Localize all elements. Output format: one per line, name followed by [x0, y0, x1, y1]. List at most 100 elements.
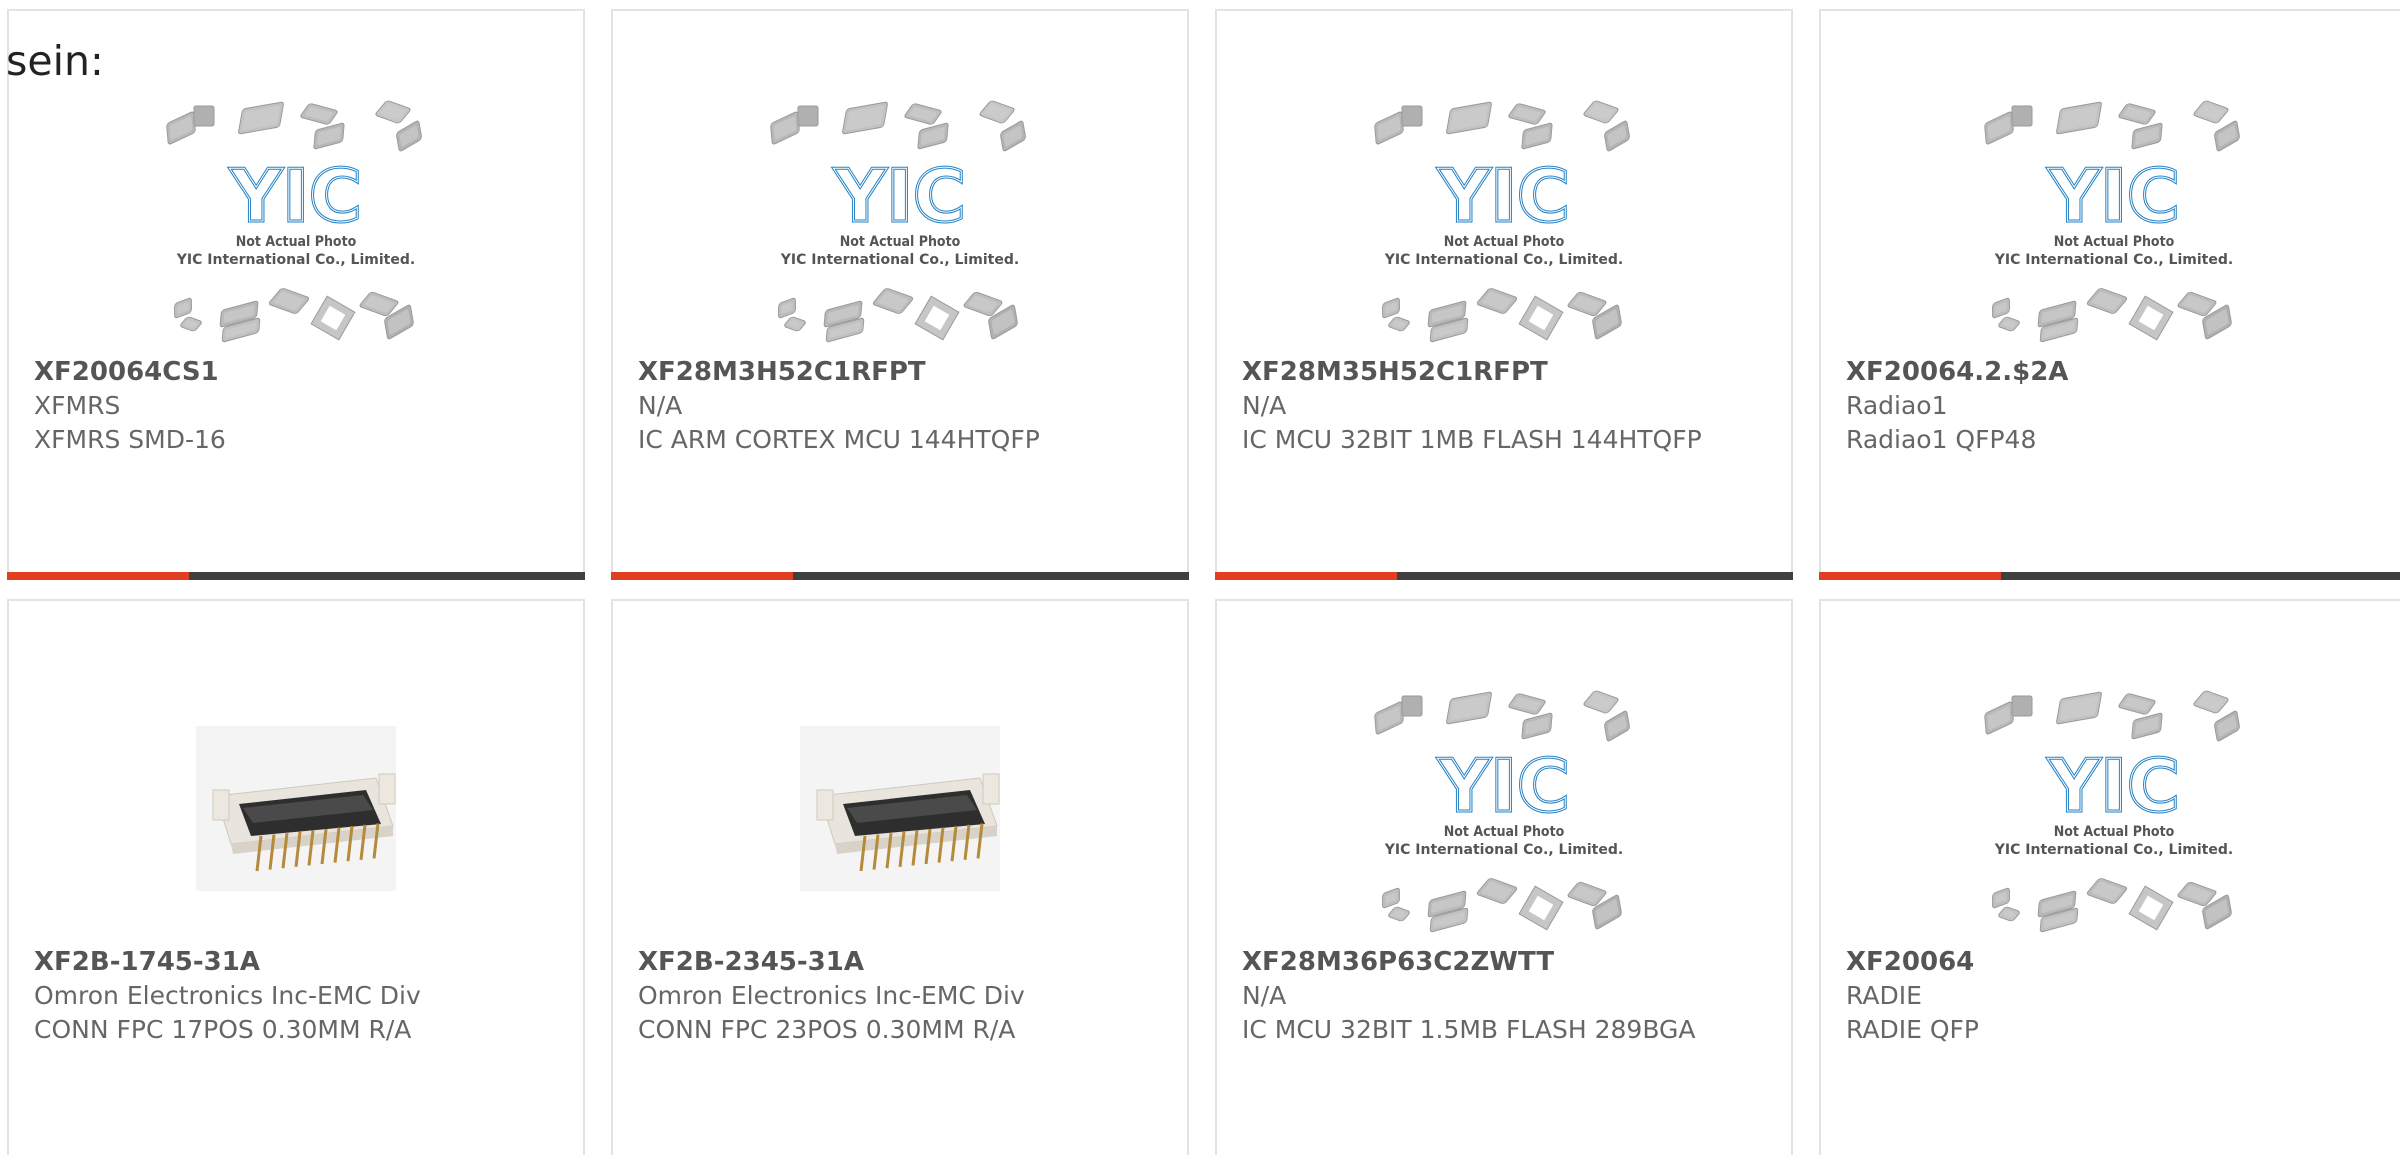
description: CONN FPC 17POS 0.30MM R/A	[34, 1015, 412, 1044]
card-bottom-bar	[1819, 572, 2400, 580]
not-actual-photo-text: Not Actual Photo	[1444, 824, 1565, 840]
product-image[interactable]	[765, 686, 1035, 936]
part-number-link[interactable]: XF20064.2.$2A	[1846, 355, 2387, 389]
card-bottom-bar	[1215, 572, 1793, 580]
part-number-link[interactable]: XF20064CS1	[34, 355, 563, 389]
chip-cluster-top	[166, 100, 422, 152]
chip-cluster-bottom	[1382, 878, 1622, 933]
svg-text:YIC: YIC	[1437, 154, 1570, 238]
product-image[interactable]: YIC YIC Not Actual Photo YIC International …	[1369, 96, 1639, 346]
placeholder-image: YICYICNot Actual Photo YIC International …	[166, 100, 422, 343]
placeholder-image: YICYICNot Actual Photo YIC International …	[1374, 690, 1630, 933]
fpc-connector-icon	[196, 726, 396, 891]
placeholder-image: YICYICNot Actual Photo YIC International …	[1374, 100, 1630, 343]
product-image[interactable]: YIC YIC Not Actual Photo YIC International …	[765, 96, 1035, 346]
part-number-link[interactable]: XF28M35H52C1RFPT	[1242, 355, 1771, 389]
manufacturer: RADIE	[1846, 981, 1922, 1010]
chip-cluster-top	[1374, 100, 1630, 152]
chip-cluster-bottom	[778, 288, 1018, 343]
yic-logo: YICYIC	[2046, 153, 2182, 240]
lead-text: sein:	[6, 37, 104, 85]
part-number-link[interactable]: XF28M36P63C2ZWTT	[1242, 945, 1771, 979]
not-actual-photo-text: Not Actual Photo	[840, 234, 961, 250]
svg-text:YIC: YIC	[833, 154, 966, 238]
product-image[interactable]: YIC YIC Not Actual Photo YIC International …	[1979, 686, 2249, 936]
product-info: XF20064.2.$2A Radiao1 Radiao1 QFP48	[1846, 355, 2387, 457]
description: IC MCU 32BIT 1MB FLASH 144HTQFP	[1242, 425, 1702, 454]
company-name-text: YIC International Co., Limited.	[1994, 252, 2233, 268]
product-card[interactable]: YIC YIC Not Actual Photo YIC International …	[611, 9, 1189, 580]
company-name-text: YIC International Co., Limited.	[1994, 842, 2233, 858]
product-card[interactable]: YIC YIC Not Actual Photo YIC International …	[1215, 599, 1793, 1155]
manufacturer: N/A	[638, 391, 683, 420]
product-card[interactable]: YIC YIC Not Actual Photo YIC International …	[1819, 9, 2400, 580]
company-name-text: YIC International Co., Limited.	[1384, 842, 1623, 858]
not-actual-photo-text: Not Actual Photo	[236, 234, 357, 250]
description: Radiao1 QFP48	[1846, 425, 2037, 454]
chip-cluster-top	[1984, 690, 2240, 742]
card-accent	[7, 572, 189, 580]
product-image[interactable]: YIC YIC Not Actual Photo YIC International …	[1979, 96, 2249, 346]
manufacturer: Radiao1	[1846, 391, 1948, 420]
chip-cluster-top	[770, 100, 1026, 152]
chip-cluster-top	[1984, 100, 2240, 152]
product-listing-page: sein: YIC YIC Not Actual Photo YIC Internat…	[0, 0, 2400, 1155]
part-number-link[interactable]: XF2B-1745-31A	[34, 945, 563, 979]
description: CONN FPC 23POS 0.30MM R/A	[638, 1015, 1016, 1044]
product-info: XF2B-2345-31A Omron Electronics Inc-EMC …	[638, 945, 1167, 1047]
product-card[interactable]: YIC YIC Not Actual Photo YIC International …	[1819, 599, 2400, 1155]
not-actual-photo-text: Not Actual Photo	[1444, 234, 1565, 250]
description: IC ARM CORTEX MCU 144HTQFP	[638, 425, 1040, 454]
connector-photo	[196, 726, 396, 891]
description: IC MCU 32BIT 1.5MB FLASH 289BGA	[1242, 1015, 1696, 1044]
manufacturer: Omron Electronics Inc-EMC Div	[638, 981, 1025, 1010]
product-card[interactable]: XF2B-1745-31A Omron Electronics Inc-EMC …	[7, 599, 585, 1155]
placeholder-image: YICYICNot Actual Photo YIC International …	[1984, 100, 2240, 343]
company-name-text: YIC International Co., Limited.	[780, 252, 1019, 268]
manufacturer: Omron Electronics Inc-EMC Div	[34, 981, 421, 1010]
placeholder-image: YICYICNot Actual Photo YIC International …	[770, 100, 1026, 343]
product-card[interactable]: YIC YIC Not Actual Photo YIC International …	[1215, 9, 1793, 580]
fpc-connector-icon	[800, 726, 1000, 891]
product-image[interactable]: YIC YIC Not Actual Photo YIC International …	[1369, 686, 1639, 936]
card-bottom-bar	[7, 572, 585, 580]
product-card[interactable]: YIC YIC Not Actual Photo YIC International …	[7, 9, 585, 580]
card-accent	[611, 572, 793, 580]
svg-text:YIC: YIC	[2047, 744, 2180, 828]
card-bottom-bar	[611, 572, 1189, 580]
svg-text:YIC: YIC	[2047, 154, 2180, 238]
manufacturer: N/A	[1242, 391, 1287, 420]
product-image[interactable]: YIC YIC Not Actual Photo YIC International …	[161, 96, 431, 346]
chip-cluster-bottom	[1382, 288, 1622, 343]
part-number-link[interactable]: XF28M3H52C1RFPT	[638, 355, 1167, 389]
card-accent	[1215, 572, 1397, 580]
product-info: XF28M3H52C1RFPT N/A IC ARM CORTEX MCU 14…	[638, 355, 1167, 457]
placeholder-image: YICYICNot Actual Photo YIC International …	[1984, 690, 2240, 933]
svg-text:YIC: YIC	[229, 154, 362, 238]
yic-logo: YICYIC	[1436, 743, 1572, 830]
yic-logo: YICYIC	[228, 153, 364, 240]
part-number-link[interactable]: XF20064	[1846, 945, 2387, 979]
manufacturer: XFMRS	[34, 391, 121, 420]
product-info: XF28M35H52C1RFPT N/A IC MCU 32BIT 1MB FL…	[1242, 355, 1771, 457]
yic-logo: YICYIC	[2046, 743, 2182, 830]
not-actual-photo-text: Not Actual Photo	[2054, 824, 2175, 840]
yic-logo: YICYIC	[832, 153, 968, 240]
svg-text:YIC: YIC	[1437, 744, 1570, 828]
part-number-link[interactable]: XF2B-2345-31A	[638, 945, 1167, 979]
description: RADIE QFP	[1846, 1015, 1979, 1044]
card-accent	[1819, 572, 2001, 580]
manufacturer: N/A	[1242, 981, 1287, 1010]
product-info: XF20064 RADIE RADIE QFP	[1846, 945, 2387, 1047]
not-actual-photo-text: Not Actual Photo	[2054, 234, 2175, 250]
product-image[interactable]	[161, 686, 431, 936]
product-info: XF20064CS1 XFMRS XFMRS SMD-16	[34, 355, 563, 457]
chip-cluster-bottom	[1992, 288, 2232, 343]
connector-photo	[800, 726, 1000, 891]
company-name-text: YIC International Co., Limited.	[176, 252, 415, 268]
yic-logo: YICYIC	[1436, 153, 1572, 240]
product-info: XF2B-1745-31A Omron Electronics Inc-EMC …	[34, 945, 563, 1047]
chip-cluster-bottom	[174, 288, 414, 343]
company-name-text: YIC International Co., Limited.	[1384, 252, 1623, 268]
product-card[interactable]: XF2B-2345-31A Omron Electronics Inc-EMC …	[611, 599, 1189, 1155]
